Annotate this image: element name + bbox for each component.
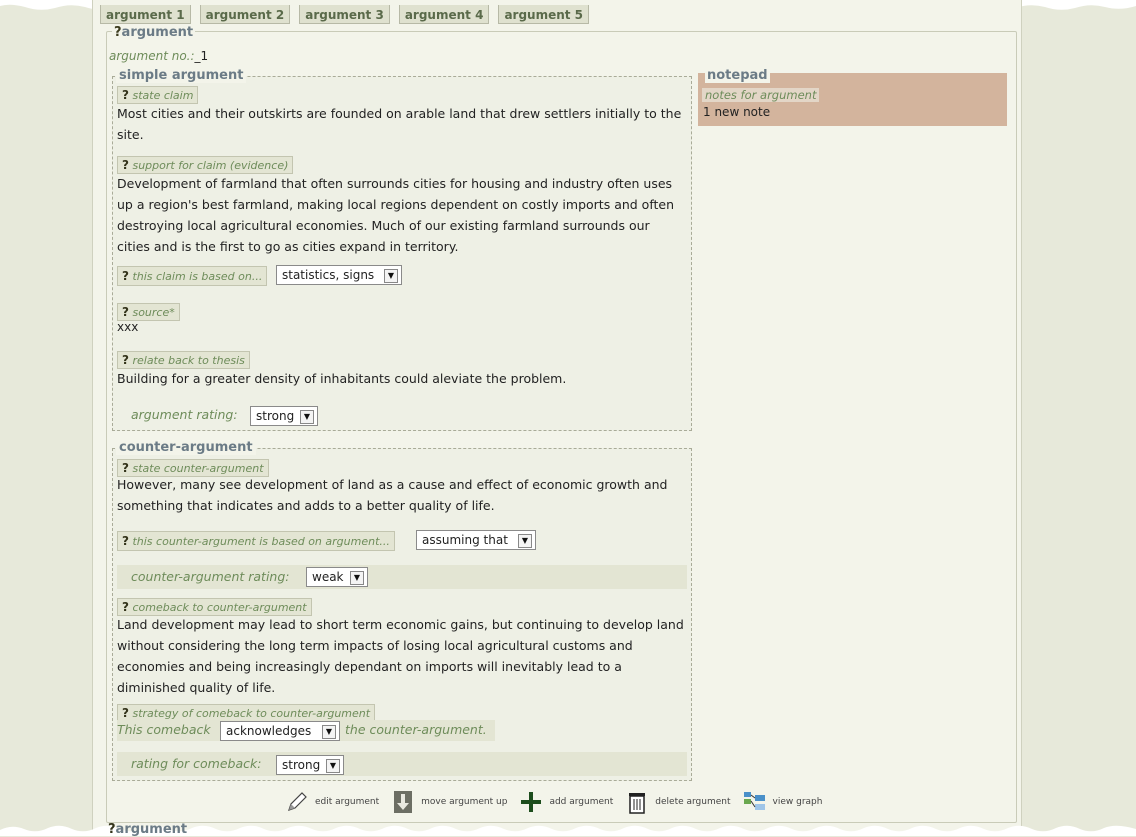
move-argument-up-button[interactable]: move argument up bbox=[391, 790, 507, 814]
edit-argument-button[interactable]: edit argument bbox=[285, 790, 379, 814]
help-icon: ? bbox=[122, 534, 129, 548]
support-label[interactable]: ? support for claim (evidence) bbox=[117, 156, 294, 174]
counter-rating-select[interactable]: weak ▼ bbox=[306, 567, 368, 587]
counter-based-select[interactable]: assuming that ▼ bbox=[416, 530, 536, 550]
argument-rating-select[interactable]: strong ▼ bbox=[250, 406, 318, 426]
counter-rating-label: counter-argument rating: bbox=[131, 569, 290, 584]
chevron-down-icon: ▼ bbox=[350, 571, 364, 585]
argument-number: argument no.:_1 bbox=[109, 49, 209, 63]
strategy-select[interactable]: acknowledges ▼ bbox=[220, 721, 340, 741]
notes-for-argument-link[interactable]: notes for argument bbox=[702, 88, 820, 102]
tab-argument-1[interactable]: argument 1 bbox=[100, 5, 191, 24]
state-claim-label[interactable]: ? state claim bbox=[117, 86, 199, 104]
argument-legend: ?argument bbox=[112, 25, 196, 40]
help-icon: ? bbox=[122, 353, 129, 367]
pencil-icon bbox=[285, 790, 309, 814]
argument-tabs: argument 1 argument 2 argument 3 argumen… bbox=[100, 5, 590, 24]
next-argument-legend: ?argument bbox=[108, 822, 188, 837]
argument-rating-label: argument rating: bbox=[131, 407, 238, 422]
source-value[interactable]: xxx bbox=[117, 317, 138, 338]
help-icon[interactable]: ? bbox=[114, 25, 122, 40]
support-text[interactable]: Development of farmland that often surro… bbox=[117, 173, 682, 257]
help-icon: ? bbox=[122, 269, 129, 283]
relate-label[interactable]: ? relate back to thesis bbox=[117, 351, 250, 369]
tab-argument-3[interactable]: argument 3 bbox=[299, 5, 390, 24]
help-icon: ? bbox=[108, 822, 116, 837]
claim-text[interactable]: Most cities and their outskirts are foun… bbox=[117, 103, 682, 145]
strategy-prefix: This comeback bbox=[117, 722, 211, 737]
tab-argument-4[interactable]: argument 4 bbox=[398, 5, 490, 24]
add-argument-button[interactable]: add argument bbox=[519, 790, 613, 814]
chevron-down-icon: ▼ bbox=[518, 534, 532, 548]
argument-toolbar: edit argument move argument up add argum… bbox=[285, 790, 828, 814]
comeback-text[interactable]: Land development may lead to short term … bbox=[117, 614, 687, 698]
trash-icon bbox=[625, 790, 649, 814]
new-note-count[interactable]: 1 new note bbox=[703, 105, 770, 119]
chevron-down-icon: ▼ bbox=[300, 410, 314, 424]
comeback-rating-select[interactable]: strong ▼ bbox=[276, 755, 344, 775]
help-icon: ? bbox=[122, 600, 129, 614]
delete-argument-button[interactable]: delete argument bbox=[625, 790, 731, 814]
notepad-title: notepad bbox=[705, 68, 770, 83]
simple-argument-title: simple argument bbox=[116, 68, 247, 83]
chevron-down-icon: ▼ bbox=[384, 269, 398, 283]
comeback-rating-label: rating for comeback: bbox=[131, 756, 262, 771]
tab-argument-2[interactable]: argument 2 bbox=[199, 5, 291, 24]
view-graph-button[interactable]: view graph bbox=[743, 790, 822, 814]
chevron-down-icon: ▼ bbox=[326, 759, 340, 773]
graph-icon bbox=[743, 790, 767, 814]
help-icon: ? bbox=[122, 88, 129, 102]
arrow-down-icon bbox=[391, 790, 415, 814]
chevron-down-icon: ▼ bbox=[322, 725, 336, 739]
plus-icon bbox=[519, 790, 543, 814]
counter-text[interactable]: However, many see development of land as… bbox=[117, 474, 682, 516]
counter-based-label: ? this counter-argument is based on argu… bbox=[117, 531, 395, 551]
strategy-suffix: the counter-argument. bbox=[345, 722, 487, 737]
help-icon: ? bbox=[122, 461, 129, 475]
help-icon: ? bbox=[122, 158, 129, 172]
relate-text[interactable]: Building for a greater density of inhabi… bbox=[117, 368, 566, 389]
based-on-select[interactable]: statistics, signs ▼ bbox=[276, 265, 402, 285]
tab-argument-5[interactable]: argument 5 bbox=[498, 5, 590, 24]
based-on-label: ? this claim is based on... bbox=[117, 266, 268, 286]
counter-argument-title: counter-argument bbox=[116, 440, 256, 455]
